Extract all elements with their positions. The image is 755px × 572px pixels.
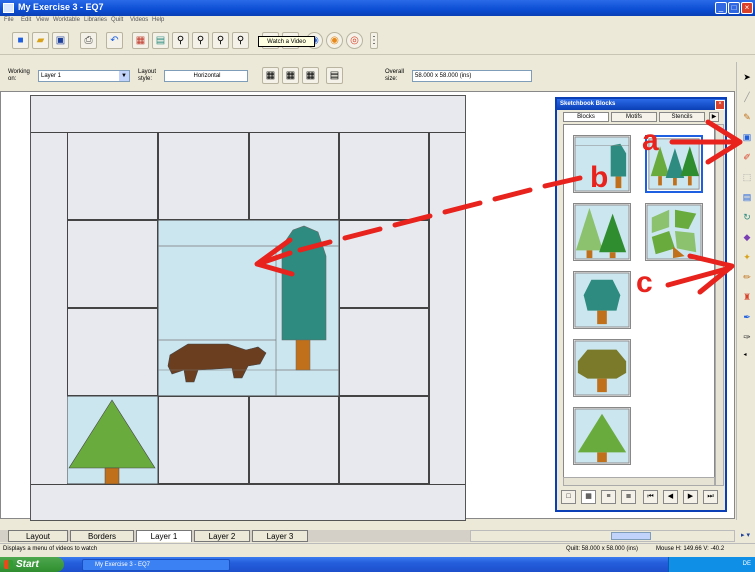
system-tray: DE	[668, 557, 755, 572]
windows-logo-icon	[4, 560, 13, 569]
taskbar-item-eq7[interactable]: My Exercise 3 - EQ7	[82, 559, 230, 571]
scroll-arrows-icon[interactable]: ▸ ▾	[736, 531, 755, 541]
status-hint: Displays a menu of videos to watch	[3, 546, 98, 552]
workspace-horizontal-scrollbar[interactable]	[470, 530, 735, 542]
status-mouse-position: Mouse H: 149.66 V: -40.2	[656, 546, 725, 552]
taskbar-item-label: My Exercise 3 - EQ7	[95, 562, 151, 568]
annotation-label-b: b	[590, 161, 609, 194]
layer-tabs: Layout Borders Layer 1 Layer 2 Layer 3	[0, 530, 470, 542]
tray-language[interactable]: DE	[743, 561, 751, 567]
status-bar: Displays a menu of videos to watch Quilt…	[0, 543, 755, 556]
tab-layout[interactable]: Layout	[8, 530, 68, 542]
start-button-label: Start	[16, 559, 39, 570]
tab-layer-3[interactable]: Layer 3	[252, 530, 308, 542]
status-quilt-size: Quilt: 58.000 x 58.000 (ins)	[566, 546, 639, 552]
tab-layer-2[interactable]: Layer 2	[194, 530, 250, 542]
annotation-label-a: a	[642, 124, 659, 157]
tab-layer-1[interactable]: Layer 1	[136, 530, 192, 542]
scroll-thumb[interactable]	[611, 532, 651, 540]
tab-borders[interactable]: Borders	[70, 530, 134, 542]
annotation-label-c: c	[636, 266, 653, 299]
